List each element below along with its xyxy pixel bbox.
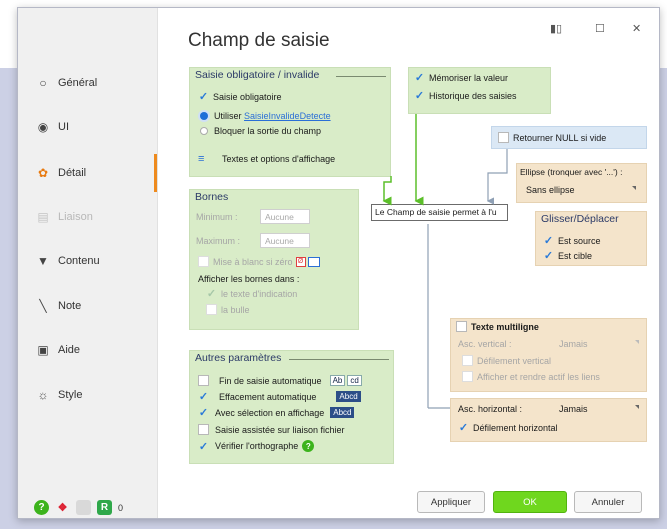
- connector-lines: [382, 114, 508, 409]
- connector-saisie: [382, 176, 392, 206]
- appliquer-button[interactable]: Appliquer: [417, 491, 485, 513]
- annuler-button[interactable]: Annuler: [574, 491, 642, 513]
- ok-button[interactable]: OK: [493, 491, 567, 513]
- connector-null: [486, 149, 508, 205]
- dialog-window: ○ Général ◉ UI ✿ Détail ▤ Liaison ▼ Cont…: [17, 7, 660, 519]
